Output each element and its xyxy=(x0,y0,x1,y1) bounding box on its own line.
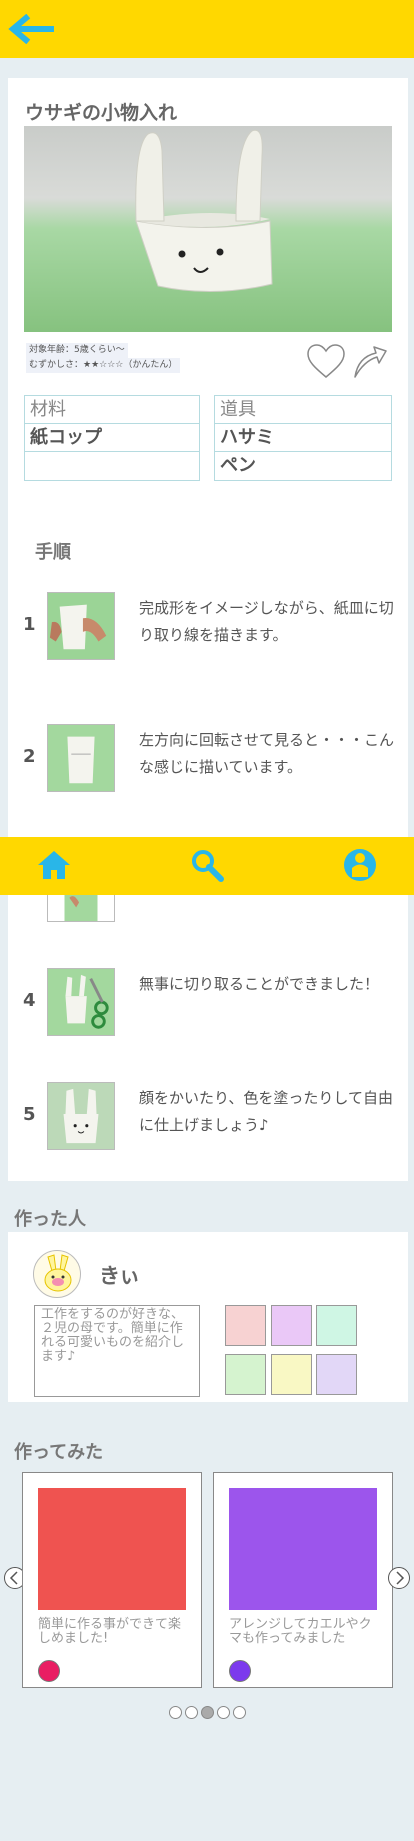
tried-comment: アレンジしてカエルやクマも作ってみました xyxy=(229,1617,372,1646)
hero-image xyxy=(24,126,392,332)
target-age: 対象年齢：5歳くらい〜 xyxy=(26,343,128,358)
recipe-card: ウサギの小物入れ 対象年齢：5歳くらい〜 むずかしさ：★★☆☆☆（かんたん） 材… xyxy=(8,78,408,1181)
color-swatch xyxy=(271,1354,312,1395)
step-text: 顔をかいたり、色を塗ったりして自由に仕上げましょう♪ xyxy=(139,1089,393,1134)
pager-dot[interactable] xyxy=(217,1706,230,1719)
pager-dot[interactable] xyxy=(169,1706,182,1719)
tried-card[interactable]: 簡単に作る事ができて楽しめました! xyxy=(22,1472,202,1688)
pager-dot-active[interactable] xyxy=(201,1706,214,1719)
step-text: 完成形をイメージしながら、紙皿に切り取り線を描きます。 xyxy=(139,599,394,644)
arrow-left-icon xyxy=(8,13,55,45)
tools-table: 道具 ハサミ ペン xyxy=(214,395,392,481)
step-item: 1 完成形をイメージしながら、紙皿に切り取り線を描きます。 xyxy=(8,592,408,664)
tools-heading: 道具 xyxy=(215,396,391,424)
nav-profile-button[interactable] xyxy=(342,847,378,883)
tried-user-avatar xyxy=(229,1660,251,1682)
tried-comment: 簡単に作る事ができて楽しめました! xyxy=(38,1617,182,1646)
step-image xyxy=(47,968,115,1036)
step-image xyxy=(47,592,115,660)
step-item: 5 顔をかいたり、色を塗ったりして自由に仕上げましょう♪ xyxy=(8,1082,408,1154)
tools-item: ペン xyxy=(220,455,256,476)
user-icon xyxy=(344,849,376,881)
nav-home-button[interactable] xyxy=(36,847,72,883)
tried-image xyxy=(229,1488,377,1610)
tried-user-avatar xyxy=(38,1660,60,1682)
share-button[interactable] xyxy=(352,343,388,379)
carousel-pager xyxy=(169,1704,249,1719)
materials-heading: 材料 xyxy=(25,396,199,424)
color-swatch xyxy=(271,1305,312,1346)
favorite-button[interactable] xyxy=(306,343,346,381)
step-text: 左方向に回転させて見ると・・・こんな感じに描いています。 xyxy=(139,731,395,776)
pager-dot[interactable] xyxy=(185,1706,198,1719)
page-title: ウサギの小物入れ xyxy=(25,102,178,124)
step-number: 1 xyxy=(23,614,36,635)
craft-meta: 対象年齢：5歳くらい〜 むずかしさ：★★☆☆☆（かんたん） xyxy=(26,343,181,373)
materials-item: 紙コップ xyxy=(25,424,199,452)
step-text: 無事に切り取ることができました！ xyxy=(139,975,380,993)
step-item: 4 無事に切り取ることができました！ xyxy=(8,968,408,1040)
tools-item: ハサミ xyxy=(215,424,391,452)
maker-heading: 作った人 xyxy=(14,1209,86,1230)
avatar[interactable] xyxy=(33,1250,81,1298)
rabbit-avatar-icon xyxy=(44,1254,72,1292)
home-icon xyxy=(38,851,70,879)
materials-table: 材料 紙コップ xyxy=(24,395,200,481)
tried-image xyxy=(38,1488,186,1610)
step-number: 4 xyxy=(23,990,36,1011)
back-button[interactable] xyxy=(8,13,55,45)
heart-outline-icon xyxy=(307,344,345,378)
bottom-nav-bar xyxy=(0,837,414,895)
step-image xyxy=(47,724,115,792)
color-swatch xyxy=(225,1354,266,1395)
color-swatch xyxy=(225,1305,266,1346)
difficulty-rating: むずかしさ：★★☆☆☆（かんたん） xyxy=(26,358,181,373)
maker-name[interactable]: きぃ xyxy=(99,1260,140,1290)
tried-card[interactable]: アレンジしてカエルやクマも作ってみました xyxy=(213,1472,393,1688)
maker-card: きぃ 工作をするのが好きな、２児の母です。簡単に作れる可愛いものを紹介します♪ xyxy=(8,1232,408,1402)
pager-dot[interactable] xyxy=(233,1706,246,1719)
search-icon xyxy=(192,850,224,882)
share-arrow-icon xyxy=(354,346,387,378)
maker-bio: 工作をするのが好きな、２児の母です。簡単に作れる可愛いものを紹介します♪ xyxy=(34,1305,200,1397)
top-bar xyxy=(0,0,414,58)
steps-heading: 手順 xyxy=(35,542,71,563)
color-swatch xyxy=(316,1305,357,1346)
step-image xyxy=(47,1082,115,1150)
step-item: 2 左方向に回転させて見ると・・・こんな感じに描いています。 xyxy=(8,724,408,796)
chevron-right-icon xyxy=(396,1571,405,1585)
step-number: 2 xyxy=(23,746,36,767)
carousel-next-button[interactable] xyxy=(388,1567,410,1589)
materials-item xyxy=(25,452,199,480)
tried-heading: 作ってみた xyxy=(14,1442,104,1463)
color-swatch xyxy=(316,1354,357,1395)
step-number: 5 xyxy=(23,1104,36,1125)
nav-search-button[interactable] xyxy=(189,847,225,883)
